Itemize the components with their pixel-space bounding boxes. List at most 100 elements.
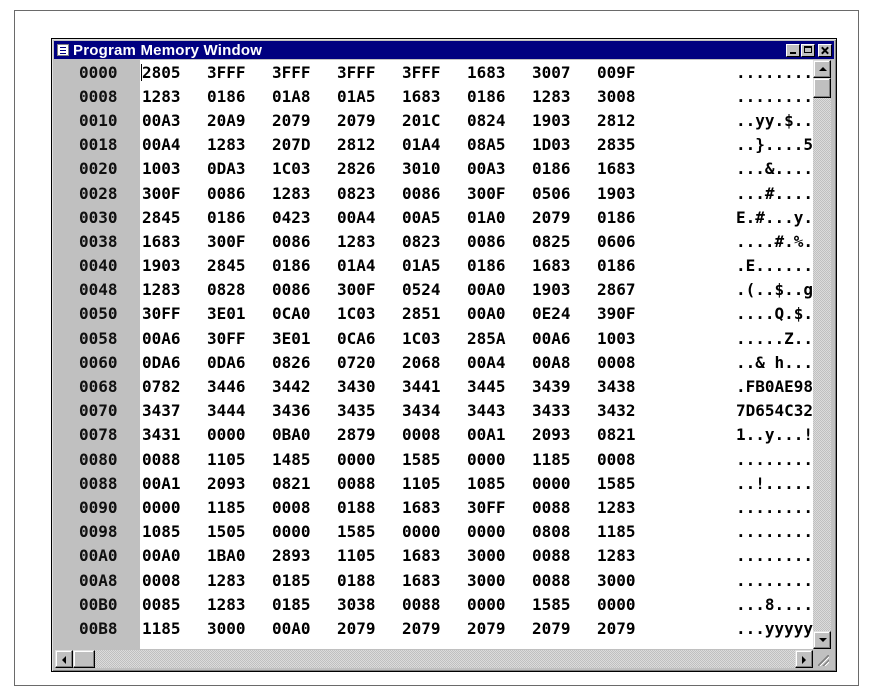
memory-word[interactable]: 0524	[402, 280, 467, 299]
memory-word[interactable]: 390F	[597, 304, 662, 323]
memory-word[interactable]: 1185	[597, 522, 662, 541]
memory-word[interactable]: 3438	[597, 377, 662, 396]
memory-word[interactable]: 1185	[207, 498, 272, 517]
memory-word[interactable]: 1683	[142, 232, 207, 251]
memory-word[interactable]: 0186	[207, 208, 272, 227]
memory-word[interactable]: 0000	[142, 498, 207, 517]
memory-word[interactable]: 0088	[402, 595, 467, 614]
memory-word[interactable]: 1683	[532, 256, 597, 275]
memory-word[interactable]: 2812	[597, 111, 662, 130]
memory-word[interactable]: 1683	[402, 546, 467, 565]
memory-word[interactable]: 2079	[402, 619, 467, 638]
memory-word[interactable]: 300F	[207, 232, 272, 251]
memory-word[interactable]: 1903	[597, 184, 662, 203]
memory-word[interactable]: 0088	[532, 546, 597, 565]
memory-word[interactable]: 1683	[402, 571, 467, 590]
memory-word[interactable]: 3445	[467, 377, 532, 396]
memory-word[interactable]: 0186	[467, 256, 532, 275]
scroll-left-button[interactable]	[55, 650, 73, 668]
memory-word[interactable]: 2093	[532, 425, 597, 444]
memory-word[interactable]: 00A0	[142, 546, 207, 565]
memory-word[interactable]: 0186	[207, 87, 272, 106]
memory-word[interactable]: 00A0	[467, 304, 532, 323]
memory-word[interactable]: 0823	[402, 232, 467, 251]
memory-word[interactable]: 0DA3	[207, 159, 272, 178]
memory-word[interactable]: 01A4	[402, 135, 467, 154]
memory-word[interactable]: 0086	[272, 280, 337, 299]
memory-word[interactable]: 0088	[532, 498, 597, 517]
memory-word[interactable]: 3444	[207, 401, 272, 420]
program-memory-window[interactable]: Program Memory Window 0000 2805 3FFF 3FFF 3F…	[51, 38, 837, 672]
memory-word[interactable]: 0000	[402, 522, 467, 541]
memory-word[interactable]: 2079	[532, 208, 597, 227]
memory-word[interactable]: 1585	[337, 522, 402, 541]
memory-word[interactable]: 0188	[337, 571, 402, 590]
memory-word[interactable]: 0E24	[532, 304, 597, 323]
memory-word[interactable]: 2079	[532, 619, 597, 638]
resize-grip[interactable]	[813, 650, 831, 668]
memory-word[interactable]: 0186	[597, 208, 662, 227]
memory-word[interactable]: 2093	[207, 474, 272, 493]
memory-word[interactable]: 0BA0	[272, 425, 337, 444]
memory-word[interactable]: 0000	[272, 522, 337, 541]
memory-word[interactable]: 1003	[142, 159, 207, 178]
memory-word[interactable]: 1283	[142, 280, 207, 299]
memory-word[interactable]: 2845	[142, 208, 207, 227]
memory-word[interactable]: 0808	[532, 522, 597, 541]
memory-word[interactable]: 207D	[272, 135, 337, 154]
memory-word[interactable]: 00A8	[532, 353, 597, 372]
memory-word[interactable]: 3435	[337, 401, 402, 420]
memory-word[interactable]: 1485	[272, 450, 337, 469]
memory-word[interactable]: 0186	[272, 256, 337, 275]
memory-word[interactable]: 1003	[597, 329, 662, 348]
memory-word[interactable]: 01A8	[272, 87, 337, 106]
memory-word[interactable]: 0826	[272, 353, 337, 372]
memory-word[interactable]: 0828	[207, 280, 272, 299]
memory-word[interactable]: 3FFF	[337, 63, 402, 82]
memory-word[interactable]: 00A0	[272, 619, 337, 638]
memory-word[interactable]: 3430	[337, 377, 402, 396]
memory-word[interactable]: 3437	[142, 401, 207, 420]
memory-word[interactable]: 0088	[337, 474, 402, 493]
memory-word[interactable]: 3008	[597, 87, 662, 106]
memory-word[interactable]: 00A1	[467, 425, 532, 444]
memory-word[interactable]: 00A0	[467, 280, 532, 299]
memory-word[interactable]: 0186	[597, 256, 662, 275]
memory-word[interactable]: 08A5	[467, 135, 532, 154]
memory-word[interactable]: 2079	[272, 111, 337, 130]
memory-word[interactable]: 2867	[597, 280, 662, 299]
memory-word[interactable]: 0000	[337, 450, 402, 469]
memory-word[interactable]: 1105	[402, 474, 467, 493]
memory-word[interactable]: 0423	[272, 208, 337, 227]
memory-word[interactable]: 3434	[402, 401, 467, 420]
memory-word[interactable]: 1185	[142, 619, 207, 638]
memory-word[interactable]: 0DA6	[207, 353, 272, 372]
memory-word[interactable]: 2879	[337, 425, 402, 444]
close-button[interactable]	[818, 43, 832, 57]
memory-word[interactable]: 3000	[597, 571, 662, 590]
title-bar[interactable]: Program Memory Window	[54, 41, 834, 59]
memory-word[interactable]: 0821	[272, 474, 337, 493]
memory-word[interactable]: 0824	[467, 111, 532, 130]
memory-word[interactable]: 1683	[402, 498, 467, 517]
memory-word[interactable]: 2835	[597, 135, 662, 154]
memory-word[interactable]: 1683	[597, 159, 662, 178]
memory-word[interactable]: 00A3	[142, 111, 207, 130]
memory-word[interactable]: 0085	[142, 595, 207, 614]
memory-word[interactable]: 2893	[272, 546, 337, 565]
memory-word[interactable]: 0000	[467, 522, 532, 541]
memory-word[interactable]: 3038	[337, 595, 402, 614]
memory-word[interactable]: 1283	[207, 571, 272, 590]
memory-word[interactable]: 01A5	[337, 87, 402, 106]
memory-word[interactable]: 1283	[597, 498, 662, 517]
memory-word[interactable]: 3000	[467, 571, 532, 590]
memory-word[interactable]: 2851	[402, 304, 467, 323]
vertical-scrollbar[interactable]	[813, 60, 831, 649]
memory-word[interactable]: 30FF	[142, 304, 207, 323]
memory-word[interactable]: 0000	[532, 474, 597, 493]
memory-word[interactable]: 30FF	[467, 498, 532, 517]
memory-word[interactable]: 3E01	[207, 304, 272, 323]
memory-word[interactable]: 300F	[142, 184, 207, 203]
memory-word[interactable]: 285A	[467, 329, 532, 348]
memory-word[interactable]: 00A6	[142, 329, 207, 348]
